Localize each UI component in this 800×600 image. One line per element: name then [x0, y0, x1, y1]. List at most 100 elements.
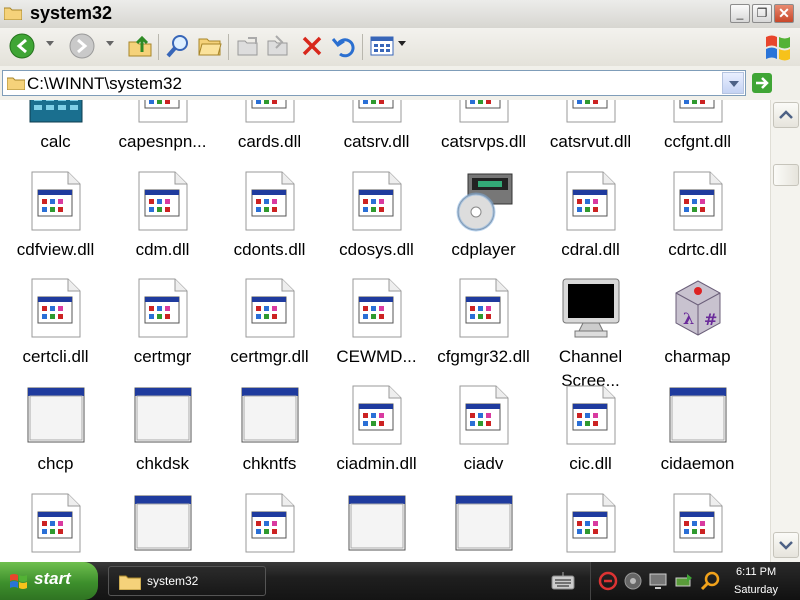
file-item[interactable]: catsrvps.dll [430, 100, 537, 180]
file-item[interactable] [216, 492, 323, 562]
start-label: start [34, 569, 71, 588]
network-icon[interactable] [622, 570, 644, 592]
taskbar-window-label: system32 [147, 574, 199, 588]
folders-icon[interactable] [196, 32, 224, 60]
file-item[interactable]: cdosys.dll [323, 170, 430, 288]
minimize-button[interactable]: _ [730, 4, 750, 23]
file-name: cdral.dll [561, 240, 620, 259]
file-item[interactable]: cdfview.dll [2, 170, 109, 288]
vertical-scrollbar[interactable] [770, 100, 800, 562]
maximize-button[interactable]: ❐ [752, 4, 772, 23]
dll-file-icon [347, 384, 407, 446]
file-item[interactable]: chkntfs [216, 384, 323, 502]
file-item[interactable]: cdonts.dll [216, 170, 323, 288]
back-icon[interactable] [8, 32, 36, 60]
close-button[interactable]: ✕ [774, 4, 794, 23]
file-item[interactable]: certcli.dll [2, 277, 109, 395]
file-item[interactable]: Channel Scree... [537, 277, 644, 395]
clock-time: 6:11 PM [736, 566, 777, 578]
file-item[interactable]: cfgmgr32.dll [430, 277, 537, 395]
file-item[interactable] [537, 492, 644, 562]
console-window-icon [26, 384, 86, 446]
forward-icon[interactable] [68, 32, 96, 60]
file-item[interactable]: cdm.dll [109, 170, 216, 288]
file-item[interactable]: ccfgnt.dll [644, 100, 751, 180]
file-name: catsrvut.dll [549, 132, 632, 151]
scroll-down-button[interactable] [773, 532, 799, 558]
dll-file-icon [347, 277, 407, 339]
monitor-icon [561, 277, 621, 339]
file-name: cdfview.dll [16, 240, 95, 259]
move-to-icon[interactable] [264, 32, 292, 60]
charmap-icon: λ # [668, 277, 728, 339]
safely-remove-hardware-icon[interactable] [673, 570, 695, 592]
calculator-icon [26, 100, 86, 124]
copy-to-icon[interactable] [234, 32, 262, 60]
dll-file-icon [26, 170, 86, 232]
windows-logo-icon [766, 35, 790, 61]
address-dropdown-button[interactable] [722, 72, 744, 94]
dll-file-icon [133, 170, 193, 232]
file-item[interactable] [323, 492, 430, 562]
file-item[interactable] [430, 492, 537, 562]
file-item[interactable]: certmgr [109, 277, 216, 395]
file-item[interactable]: cdplayer [430, 170, 537, 288]
file-item[interactable]: cdrtc.dll [644, 170, 751, 288]
file-item[interactable] [644, 492, 751, 562]
file-item[interactable]: cdral.dll [537, 170, 644, 288]
file-item[interactable] [2, 492, 109, 562]
file-item[interactable]: CEWMD... [323, 277, 430, 395]
file-item[interactable]: ciadmin.dll [323, 384, 430, 502]
file-name: catsrvps.dll [440, 132, 527, 151]
file-name: chkntfs [242, 454, 297, 473]
start-button[interactable]: start [0, 562, 98, 600]
dll-file-icon [454, 384, 514, 446]
file-item[interactable]: ciadv [430, 384, 537, 502]
window-title: system32 [30, 3, 113, 23]
taskbar-window-button[interactable]: system32 [108, 566, 266, 596]
file-item[interactable]: chkdsk [109, 384, 216, 502]
search-tray-icon[interactable] [699, 570, 721, 592]
file-name: CEWMD... [336, 347, 417, 366]
up-folder-icon[interactable] [126, 32, 154, 60]
file-item[interactable] [109, 492, 216, 562]
file-item[interactable]: catsrv.dll [323, 100, 430, 180]
file-item[interactable]: cards.dll [216, 100, 323, 180]
file-item[interactable]: calc [2, 100, 109, 180]
file-name: cidaemon [660, 454, 735, 473]
views-dropdown-icon[interactable] [398, 41, 406, 46]
file-item[interactable]: cic.dll [537, 384, 644, 502]
file-item[interactable]: chcp [2, 384, 109, 502]
views-icon[interactable] [368, 32, 396, 60]
svg-text:λ: λ [683, 309, 694, 328]
title-bar: system32 _ ❐ ✕ [0, 0, 800, 29]
scroll-thumb[interactable] [773, 164, 799, 186]
file-item[interactable]: certmgr.dll [216, 277, 323, 395]
keyboard-icon[interactable] [551, 572, 575, 590]
file-name: certmgr.dll [230, 347, 309, 366]
file-name: cdm.dll [135, 240, 190, 259]
file-item[interactable]: catsrvut.dll [537, 100, 644, 180]
scroll-up-button[interactable] [773, 102, 799, 128]
security-icon[interactable] [597, 570, 619, 592]
go-icon[interactable] [752, 73, 772, 93]
display-icon[interactable] [647, 570, 669, 592]
console-window-icon [454, 492, 514, 554]
file-item[interactable]: capesnpn... [109, 100, 216, 180]
undo-icon[interactable] [330, 32, 358, 60]
console-window-icon [347, 492, 407, 554]
dll-file-icon [454, 277, 514, 339]
dll-file-icon [240, 170, 300, 232]
search-icon[interactable] [164, 32, 192, 60]
address-input[interactable]: C:\WINNT\system32 [2, 70, 746, 96]
dll-file-icon [454, 100, 514, 124]
file-item[interactable]: λ # charmap [644, 277, 751, 395]
dll-file-icon [561, 170, 621, 232]
delete-icon[interactable] [298, 32, 326, 60]
forward-dropdown-icon[interactable] [106, 41, 114, 46]
back-dropdown-icon[interactable] [46, 41, 54, 46]
file-name: chcp [37, 454, 74, 473]
folder-icon [7, 77, 25, 90]
file-name: ciadmin.dll [336, 454, 417, 473]
file-item[interactable]: cidaemon [644, 384, 751, 502]
